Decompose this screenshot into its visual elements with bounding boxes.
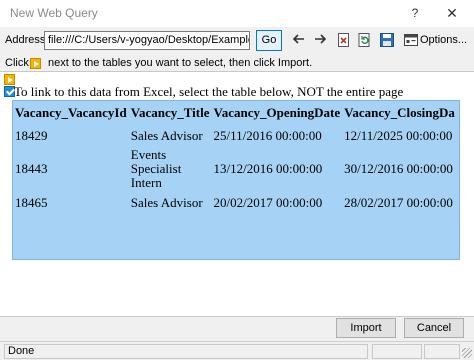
status-cell [424, 344, 460, 359]
table-cell: 18465 [15, 194, 48, 210]
new-web-query-dialog: New Web Query ? ✕ Address: file:///C:/Us… [0, 0, 474, 360]
table-cell: 30/12/2016 00:00:00 [344, 161, 453, 176]
go-button[interactable]: Go [256, 30, 282, 51]
column-header: Vacancy_ClosingDa [344, 104, 455, 120]
status-cell [372, 344, 422, 359]
table-cell: 13/12/2016 00:00:00 [213, 161, 323, 176]
status-bar: Done [0, 341, 474, 360]
table-row: 18443 Events Specialist Intern 13/12/201… [13, 147, 459, 191]
table-cell: 25/11/2016 00:00:00 [213, 127, 322, 143]
resize-grip[interactable] [462, 348, 472, 358]
web-page-view: To link to this data from Excel, select … [0, 71, 474, 317]
table-cell: 18443 [15, 161, 48, 176]
table-row: 18429 Sales Advisor 25/11/2016 00:00:00 … [13, 124, 459, 147]
save-icon[interactable] [378, 32, 396, 50]
instructions-text: next to the tables you want to select, t… [48, 57, 313, 69]
address-label: Address: [5, 34, 49, 46]
close-button[interactable]: ✕ [439, 3, 465, 23]
table-header-row: Vacancy_VacancyId Vacancy_Title Vacancy_… [13, 101, 459, 124]
stop-icon[interactable] [335, 32, 353, 50]
address-input[interactable]: file:///C:/Users/v-yogyao/Desktop/Exampl… [44, 31, 250, 50]
refresh-icon[interactable] [356, 32, 374, 50]
help-button[interactable]: ? [402, 3, 428, 23]
options-button[interactable]: Options... [420, 34, 467, 46]
vacancy-table: Vacancy_VacancyId Vacancy_Title Vacancy_… [13, 101, 459, 214]
options-icon[interactable] [402, 32, 420, 50]
cancel-button[interactable]: Cancel [404, 318, 464, 338]
address-toolbar: Address: file:///C:/Users/v-yogyao/Deskt… [0, 27, 474, 55]
table-select-arrow-icon [30, 58, 41, 69]
table-cell: 18429 [15, 127, 48, 143]
import-button[interactable]: Import [336, 318, 396, 338]
table-row: 18465 Sales Advisor 20/02/2017 00:00:00 … [13, 191, 459, 214]
window-title: New Web Query [10, 6, 98, 20]
table-cell: Events Specialist Intern [130, 147, 182, 190]
forward-icon[interactable] [311, 32, 329, 50]
table-cell: 28/02/2017 00:00:00 [344, 194, 453, 210]
column-header: Vacancy_OpeningDate [213, 104, 341, 120]
page-note: To link to this data from Excel, select … [14, 84, 404, 99]
back-icon[interactable] [290, 32, 308, 50]
title-bar: New Web Query ? ✕ [0, 0, 474, 27]
table-cell: Sales Advisor [130, 127, 203, 143]
instructions-click-text: Click [5, 57, 29, 69]
column-header: Vacancy_VacancyId [15, 104, 127, 120]
table-cell: 12/11/2025 00:00:00 [344, 127, 453, 143]
status-text: Done [4, 344, 368, 359]
column-header: Vacancy_Title [130, 104, 210, 120]
table-cell: 20/02/2017 00:00:00 [213, 194, 323, 210]
selected-table[interactable]: Vacancy_VacancyId Vacancy_Title Vacancy_… [12, 100, 460, 260]
table-cell: Sales Advisor [130, 194, 203, 210]
